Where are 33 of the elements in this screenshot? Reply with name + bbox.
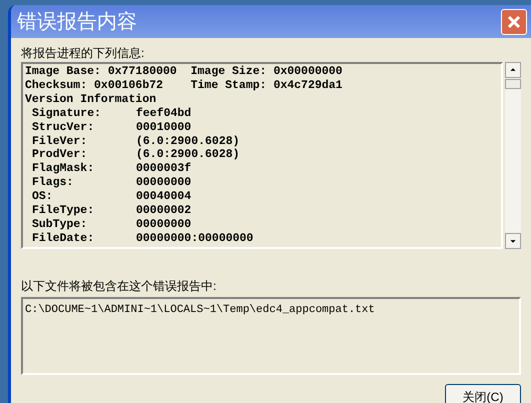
field-label: OS: bbox=[32, 190, 54, 204]
field-value: 00000000 bbox=[136, 176, 192, 190]
field-label: SubType: bbox=[32, 218, 88, 232]
field-label: StrucVer: bbox=[32, 120, 96, 135]
field-label: Flags: bbox=[32, 176, 74, 190]
files-label: 以下文件将被包含在这个错误报告中: bbox=[21, 279, 218, 293]
field-value: feef04bd bbox=[136, 106, 192, 121]
scrollbar[interactable] bbox=[505, 62, 521, 249]
field-label: Signature: bbox=[32, 106, 102, 121]
info-line: Image Base: 0x77180000 Image Size: 0x00000000 bbox=[25, 65, 344, 79]
field-value: 00040004 bbox=[136, 190, 192, 204]
field-value: 00010000 bbox=[136, 120, 192, 135]
info-label: 将报告进程的下列信息: bbox=[21, 46, 146, 60]
field-label: ProdVer: bbox=[32, 148, 88, 162]
field-label: FileVer: bbox=[32, 134, 88, 148]
field-value: (6.0:2900.6028) bbox=[136, 134, 240, 148]
info-line: Version Information bbox=[25, 92, 158, 107]
close-icon bbox=[506, 14, 522, 30]
field-label: FileDate: bbox=[32, 232, 96, 246]
file-path: C:\DOCUME~1\ADMINI~1\LOCALS~1\Temp\edc4_appcompat.txt bbox=[25, 303, 376, 317]
info-line: Checksum: 0x00106b72 Time Stamp: 0x4c729da1 bbox=[25, 78, 344, 93]
scroll-down-icon[interactable] bbox=[505, 233, 521, 249]
close-button[interactable] bbox=[501, 8, 527, 34]
scroll-thumb[interactable] bbox=[505, 79, 521, 89]
field-value: 00000000 bbox=[136, 218, 192, 232]
field-value: (6.0:2900.6028) bbox=[136, 148, 240, 162]
field-value: 00000000:00000000 bbox=[136, 232, 254, 246]
field-label: FileType: bbox=[32, 204, 96, 218]
field-value: 00000002 bbox=[136, 204, 192, 218]
field-value: 0000003f bbox=[136, 162, 192, 176]
scroll-up-icon[interactable] bbox=[505, 62, 521, 78]
field-label: FlagMask: bbox=[32, 162, 96, 176]
window-title: 错误报告内容 bbox=[17, 12, 137, 32]
